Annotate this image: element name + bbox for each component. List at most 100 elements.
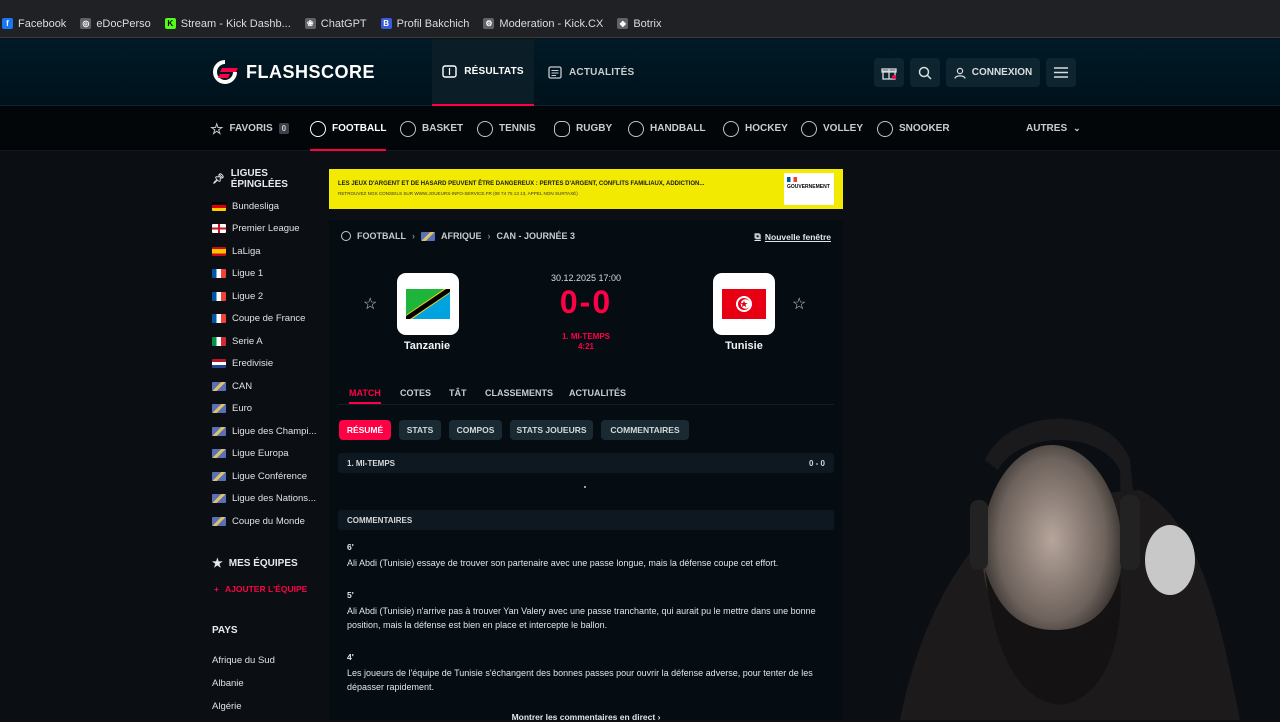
sport-volley[interactable]: VOLLEY <box>801 106 863 151</box>
sidebar-league-laliga[interactable]: LaLiga <box>212 246 261 257</box>
chevron-down-icon: ⌄ <box>1073 123 1081 133</box>
tab-actualites-match[interactable]: ACTUALITÉS <box>569 388 626 398</box>
tunisia-flag-icon <box>722 289 766 319</box>
world-flag-icon <box>212 427 226 436</box>
bookmark-profil-bakchich[interactable]: B Profil Bakchich <box>380 18 469 30</box>
streamer-webcam <box>820 400 1280 720</box>
tab-classements[interactable]: CLASSEMENTS <box>485 388 553 398</box>
subtab-stats-joueurs[interactable]: STATS JOUEURS <box>510 420 593 440</box>
sport-autres-dropdown[interactable]: AUTRES ⌄ <box>1026 106 1081 151</box>
subtab-resume[interactable]: RÉSUMÉ <box>339 420 391 440</box>
sidebar-league-ligue-des-nations[interactable]: Ligue des Nations... <box>212 493 316 504</box>
sidebar-country-afrique-du-sud[interactable]: Afrique du Sud <box>212 655 275 666</box>
subtab-commentaires[interactable]: COMMENTAIRES <box>601 420 689 440</box>
tab-cotes[interactable]: COTES <box>400 388 431 398</box>
bookmark-botrix[interactable]: ◆ Botrix <box>617 18 661 30</box>
sidebar-league-eredivisie[interactable]: Eredivisie <box>212 358 273 369</box>
show-live-comments-link[interactable]: Montrer les commentaires en direct › <box>329 712 843 722</box>
away-team-name[interactable]: Tunisie <box>694 340 794 352</box>
login-button[interactable]: CONNEXION <box>946 58 1040 87</box>
pin-icon: 📌︎ <box>212 173 225 185</box>
botrix-icon: ◆ <box>617 18 629 29</box>
bookmarks-bar: f Facebook ◎ eDocPerso K Stream - Kick Dash… <box>0 10 1280 38</box>
plus-icon: + <box>214 584 219 594</box>
hamburger-icon <box>1054 67 1068 78</box>
sport-nav: ☆ FAVORIS 0 FOOTBALL BASKET TENNIS RUGBY… <box>0 106 1280 151</box>
france-flag-icon <box>212 269 226 278</box>
sidebar-league-premier-league[interactable]: Premier League <box>212 223 300 234</box>
sport-tennis[interactable]: TENNIS <box>477 106 536 151</box>
england-flag-icon <box>212 224 226 233</box>
home-team-logo[interactable] <box>397 273 459 335</box>
sport-snooker[interactable]: SNOOKER <box>877 106 950 151</box>
gift-button[interactable] <box>874 58 904 87</box>
tab-tat[interactable]: TÂT <box>449 388 467 398</box>
search-button[interactable] <box>910 58 940 87</box>
gambling-warning-banner[interactable]: LES JEUX D'ARGENT ET DE HASARD PEUVENT Ê… <box>329 169 843 209</box>
sidebar-league-ligue-1[interactable]: Ligue 1 <box>212 268 263 279</box>
sidebar-league-coupe-de-france[interactable]: Coupe de France <box>212 313 305 324</box>
match-panel: FOOTBALL › AFRIQUE › CAN - JOURNÉE 3 ⧉ N… <box>329 220 843 722</box>
bookmark-facebook[interactable]: f Facebook <box>2 18 66 30</box>
tennis-icon <box>477 120 493 137</box>
site-header: FLASHSCORE RÉSULTATS ACTUALITÉS CONNEXIO… <box>0 39 1280 106</box>
sport-hockey[interactable]: HOCKEY <box>723 106 788 151</box>
home-team-name[interactable]: Tanzanie <box>377 340 477 352</box>
sidebar-league-serie-a[interactable]: Serie A <box>212 336 263 347</box>
spain-flag-icon <box>212 247 226 256</box>
favorite-away-star-icon[interactable]: ☆ <box>792 294 806 314</box>
subtab-compos[interactable]: COMPOS <box>449 420 502 440</box>
sidebar-league-euro[interactable]: Euro <box>212 403 252 414</box>
sidebar-country-algerie[interactable]: Algérie <box>212 701 242 712</box>
germany-flag-icon <box>212 202 226 211</box>
sport-football[interactable]: FOOTBALL <box>310 106 387 151</box>
breadcrumb-football[interactable]: FOOTBALL <box>357 231 406 241</box>
france-flag-icon <box>787 177 797 182</box>
browser-address-bar[interactable] <box>0 0 1280 10</box>
facebook-icon: f <box>2 18 13 29</box>
bookmark-edocperso[interactable]: ◎ eDocPerso <box>80 18 151 30</box>
sidebar-country-albanie[interactable]: Albanie <box>212 678 244 689</box>
menu-button[interactable] <box>1046 58 1076 87</box>
loading-dot <box>584 486 586 488</box>
scoreboard-icon <box>442 65 457 78</box>
kick-icon: K <box>164 18 176 29</box>
breadcrumb-separator: › <box>412 231 415 241</box>
bookmark-moderation[interactable]: ⚙ Moderation - Kick.CX <box>483 18 603 30</box>
new-window-link[interactable]: ⧉ Nouvelle fenêtre <box>754 231 831 242</box>
sidebar-league-ligue-des-champions[interactable]: Ligue des Champi... <box>212 426 317 437</box>
france-flag-icon <box>212 292 226 301</box>
volleyball-icon <box>801 120 817 137</box>
sidebar-league-coupe-du-monde[interactable]: Coupe du Monde <box>212 516 305 527</box>
bookmark-kick-dashboard[interactable]: K Stream - Kick Dashb... <box>164 18 291 30</box>
netherlands-flag-icon <box>212 359 226 368</box>
logo-text: FLASHSCORE <box>246 61 376 82</box>
countries-title: PAYS <box>212 625 238 636</box>
chatgpt-icon: ❀ <box>304 18 316 29</box>
add-team-link[interactable]: + AJOUTER L'ÉQUIPE <box>214 584 307 594</box>
gear-icon: ⚙ <box>483 18 495 29</box>
bookmark-chatgpt[interactable]: ❀ ChatGPT <box>304 18 367 30</box>
sidebar-league-ligue-europa[interactable]: Ligue Europa <box>212 448 289 459</box>
match-score: 0-0 <box>559 284 613 320</box>
tab-resultats[interactable]: RÉSULTATS <box>432 39 534 106</box>
breadcrumb-round[interactable]: CAN - JOURNÉE 3 <box>497 231 576 241</box>
sport-handball[interactable]: HANDBALL <box>628 106 706 151</box>
sidebar-league-ligue-conference[interactable]: Ligue Conférence <box>212 471 307 482</box>
hockey-icon <box>723 120 739 137</box>
football-icon <box>341 231 351 241</box>
favorite-home-star-icon[interactable]: ☆ <box>363 294 377 314</box>
sport-basket[interactable]: BASKET <box>400 106 463 151</box>
sidebar-league-ligue-2[interactable]: Ligue 2 <box>212 291 263 302</box>
sport-rugby[interactable]: RUGBY <box>554 106 612 151</box>
sidebar-league-can[interactable]: CAN <box>212 381 252 392</box>
tab-actualites[interactable]: ACTUALITÉS <box>548 39 634 106</box>
match-clock: 4:21 <box>577 342 594 351</box>
tab-match[interactable]: MATCH <box>349 388 381 404</box>
sport-favoris[interactable]: ☆ FAVORIS 0 <box>210 106 290 151</box>
flashscore-logo[interactable]: FLASHSCORE <box>212 59 375 85</box>
breadcrumb-afrique[interactable]: AFRIQUE <box>441 231 482 241</box>
sidebar-league-bundesliga[interactable]: Bundesliga <box>212 201 279 212</box>
away-team-logo[interactable] <box>713 273 775 335</box>
subtab-stats[interactable]: STATS <box>399 420 441 440</box>
